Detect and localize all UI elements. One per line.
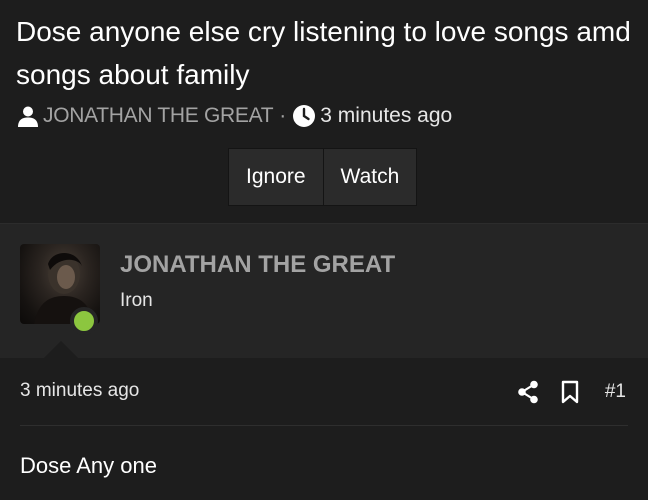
post-username-link[interactable]: JONATHAN THE GREAT [120,251,395,279]
share-button[interactable] [517,378,539,406]
clock-icon [293,105,316,127]
online-status-indicator [70,307,98,335]
post-number-link[interactable]: #1 [605,381,626,403]
post-time-link[interactable]: 3 minutes ago [20,380,139,402]
thread-actions: Ignore Watch [228,148,418,206]
thread-author-link[interactable]: JONATHAN THE GREAT [43,104,274,128]
bookmark-icon [561,380,579,404]
user-icon [18,106,38,127]
post-pointer-arrow [44,341,78,358]
watch-button[interactable]: Watch [322,149,417,205]
thread-meta: JONATHAN THE GREAT · 3 minutes ago [16,101,452,131]
post-user-title: Iron [120,290,153,311]
meta-separator: · [279,104,287,127]
post-body-divider [20,425,628,426]
post-user-block: JONATHAN THE GREAT Iron [0,224,648,358]
thread-time-link[interactable]: 3 minutes ago [320,104,452,128]
share-icon [518,380,538,404]
bookmark-button[interactable] [561,378,579,406]
post-tools: #1 [517,378,626,406]
post-body: 3 minutes ago #1 Dose Any one [0,358,648,500]
thread-header: Dose anyone else cry listening to love s… [0,0,648,224]
thread-title: Dose anyone else cry listening to love s… [16,16,631,90]
ignore-button[interactable]: Ignore [229,149,323,205]
post-message: Dose Any one [20,453,157,478]
